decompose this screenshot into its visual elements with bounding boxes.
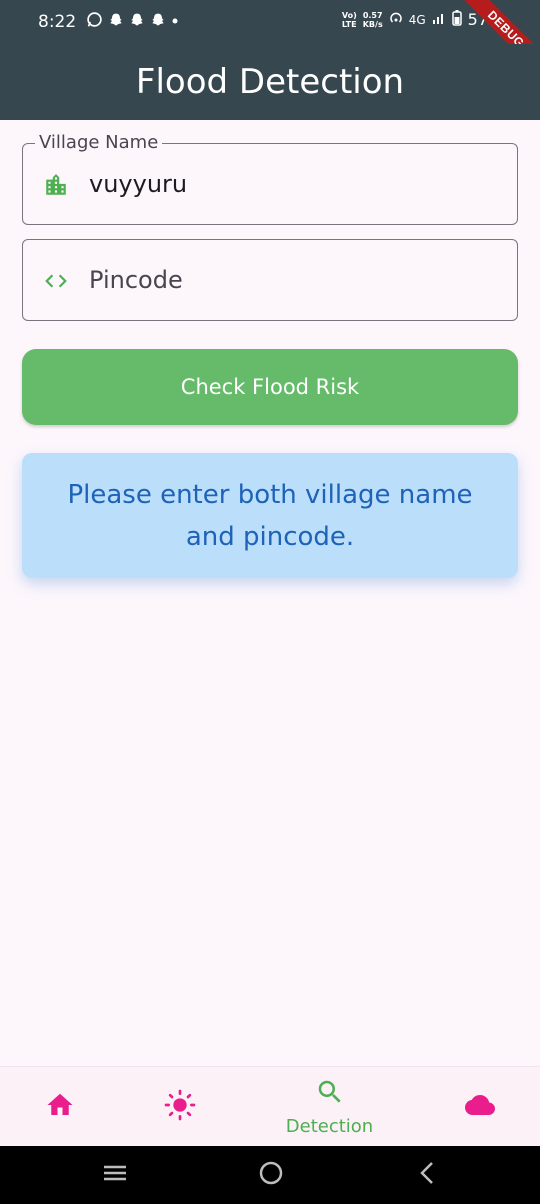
system-navigation-bar xyxy=(0,1146,540,1204)
snapchat-icon xyxy=(150,12,166,34)
home-icon xyxy=(45,1090,75,1125)
network-type: 4G xyxy=(408,12,426,27)
whatsapp-icon xyxy=(86,11,103,34)
network-speed: 0.57 KB/s xyxy=(362,10,383,29)
recent-apps-button[interactable] xyxy=(100,1160,130,1190)
app-bar: Flood Detection xyxy=(0,44,540,120)
nav-item-weather[interactable] xyxy=(112,1067,247,1147)
snapchat-icon xyxy=(129,12,145,34)
message-text: Please enter both village name and pinco… xyxy=(67,479,473,552)
sun-icon xyxy=(164,1089,196,1126)
signal-icon xyxy=(432,11,446,28)
battery-icon xyxy=(451,10,462,29)
battery-percent: 57 xyxy=(467,10,488,29)
check-flood-risk-button[interactable]: Check Flood Risk xyxy=(22,349,518,425)
volte-indicator: Vo) LTE xyxy=(341,10,357,29)
village-name-label: Village Name xyxy=(35,132,163,153)
nav-item-home[interactable] xyxy=(0,1067,127,1147)
bottom-navigation: Detection xyxy=(0,1066,540,1146)
cloud-icon xyxy=(462,1090,498,1125)
status-right: Vo) LTE 0.57 KB/s 4G 57 xyxy=(342,10,488,29)
pincode-field[interactable] xyxy=(22,239,518,321)
status-time: 8:22 xyxy=(38,12,77,32)
home-button[interactable] xyxy=(256,1160,286,1190)
back-icon xyxy=(417,1160,437,1191)
page-title: Flood Detection xyxy=(135,62,405,102)
search-icon xyxy=(315,1077,345,1112)
hotspot-icon xyxy=(389,11,403,28)
status-bar: 8:22 Vo) LTE 0.57 KB/s 4G 57 xyxy=(0,0,540,44)
recents-icon xyxy=(102,1163,128,1188)
village-name-input[interactable] xyxy=(89,166,489,202)
back-button[interactable] xyxy=(412,1160,442,1190)
notification-icons xyxy=(86,11,179,34)
snapchat-icon xyxy=(108,12,124,34)
pincode-input[interactable] xyxy=(89,262,489,298)
nav-item-detection[interactable]: Detection xyxy=(262,1067,397,1147)
message-card: Please enter both village name and pinco… xyxy=(22,453,518,578)
code-icon xyxy=(43,268,69,294)
village-name-field[interactable]: Village Name xyxy=(22,132,518,225)
home-circle-icon xyxy=(258,1160,284,1191)
more-notifications-icon xyxy=(171,12,179,34)
nav-label-detection: Detection xyxy=(285,1116,374,1137)
nav-item-cloud[interactable] xyxy=(412,1067,540,1147)
building-icon xyxy=(43,172,69,198)
